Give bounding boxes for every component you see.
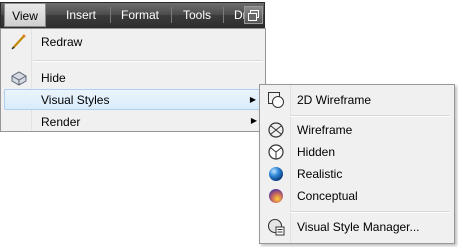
visual-styles-submenu: 2D Wireframe Wireframe Hidden Realistic … — [259, 84, 455, 244]
visual-style-manager-icon — [267, 218, 285, 236]
menu-item-redraw[interactable]: Redraw — [4, 31, 263, 52]
realistic-sphere-icon — [267, 165, 285, 183]
submenu-item-hidden[interactable]: Hidden — [263, 141, 451, 162]
menu-tools[interactable]: Tools — [173, 3, 221, 27]
submenu-item-realistic[interactable]: Realistic — [263, 163, 451, 184]
conceptual-sphere-icon — [267, 187, 285, 205]
menu-item-label: Redraw — [41, 35, 83, 49]
submenu-item-label: Conceptual — [297, 189, 358, 203]
view-menu-dropdown: Redraw Hide Visual Styles ▶ Render ▶ — [0, 28, 266, 132]
submenu-item-2d-wireframe[interactable]: 2D Wireframe — [263, 89, 451, 110]
wireframe-icon — [267, 121, 285, 139]
submenu-arrow-icon: ▶ — [250, 116, 257, 125]
pencil-icon — [10, 33, 28, 50]
menu-separator — [290, 115, 450, 117]
menu-separator — [290, 211, 450, 213]
menu-bar: View Insert Format Tools Draw — [0, 2, 265, 28]
2d-wireframe-icon — [267, 91, 285, 109]
submenu-item-conceptual[interactable]: Conceptual — [263, 185, 451, 206]
menu-insert[interactable]: Insert — [52, 3, 110, 27]
menubar-divider — [171, 7, 172, 23]
menu-item-label: Hide — [41, 71, 66, 85]
submenu-item-label: Wireframe — [297, 123, 353, 137]
menu-item-hide[interactable]: Hide — [4, 67, 263, 88]
submenu-item-label: Visual Style Manager... — [297, 220, 420, 234]
submenu-item-label: Hidden — [297, 145, 336, 159]
hide-icon — [10, 69, 28, 86]
menu-item-render[interactable]: Render ▶ — [4, 111, 263, 132]
menu-view[interactable]: View — [4, 3, 46, 27]
menu-item-label: Visual Styles — [41, 93, 110, 107]
submenu-item-wireframe[interactable]: Wireframe — [263, 119, 451, 140]
menu-format[interactable]: Format — [111, 3, 169, 27]
submenu-item-label: Realistic — [297, 167, 343, 181]
submenu-item-visual-style-manager[interactable]: Visual Style Manager... — [263, 216, 451, 237]
menu-item-label: Render — [41, 115, 81, 129]
hidden-icon — [267, 143, 285, 161]
submenu-item-label: 2D Wireframe — [297, 93, 372, 107]
submenu-arrow-icon: ▶ — [249, 95, 256, 104]
restore-window-icon[interactable] — [244, 6, 263, 24]
menubar-divider — [223, 7, 224, 23]
menu-item-visual-styles[interactable]: Visual Styles ▶ — [4, 89, 263, 110]
menu-separator — [33, 60, 263, 62]
